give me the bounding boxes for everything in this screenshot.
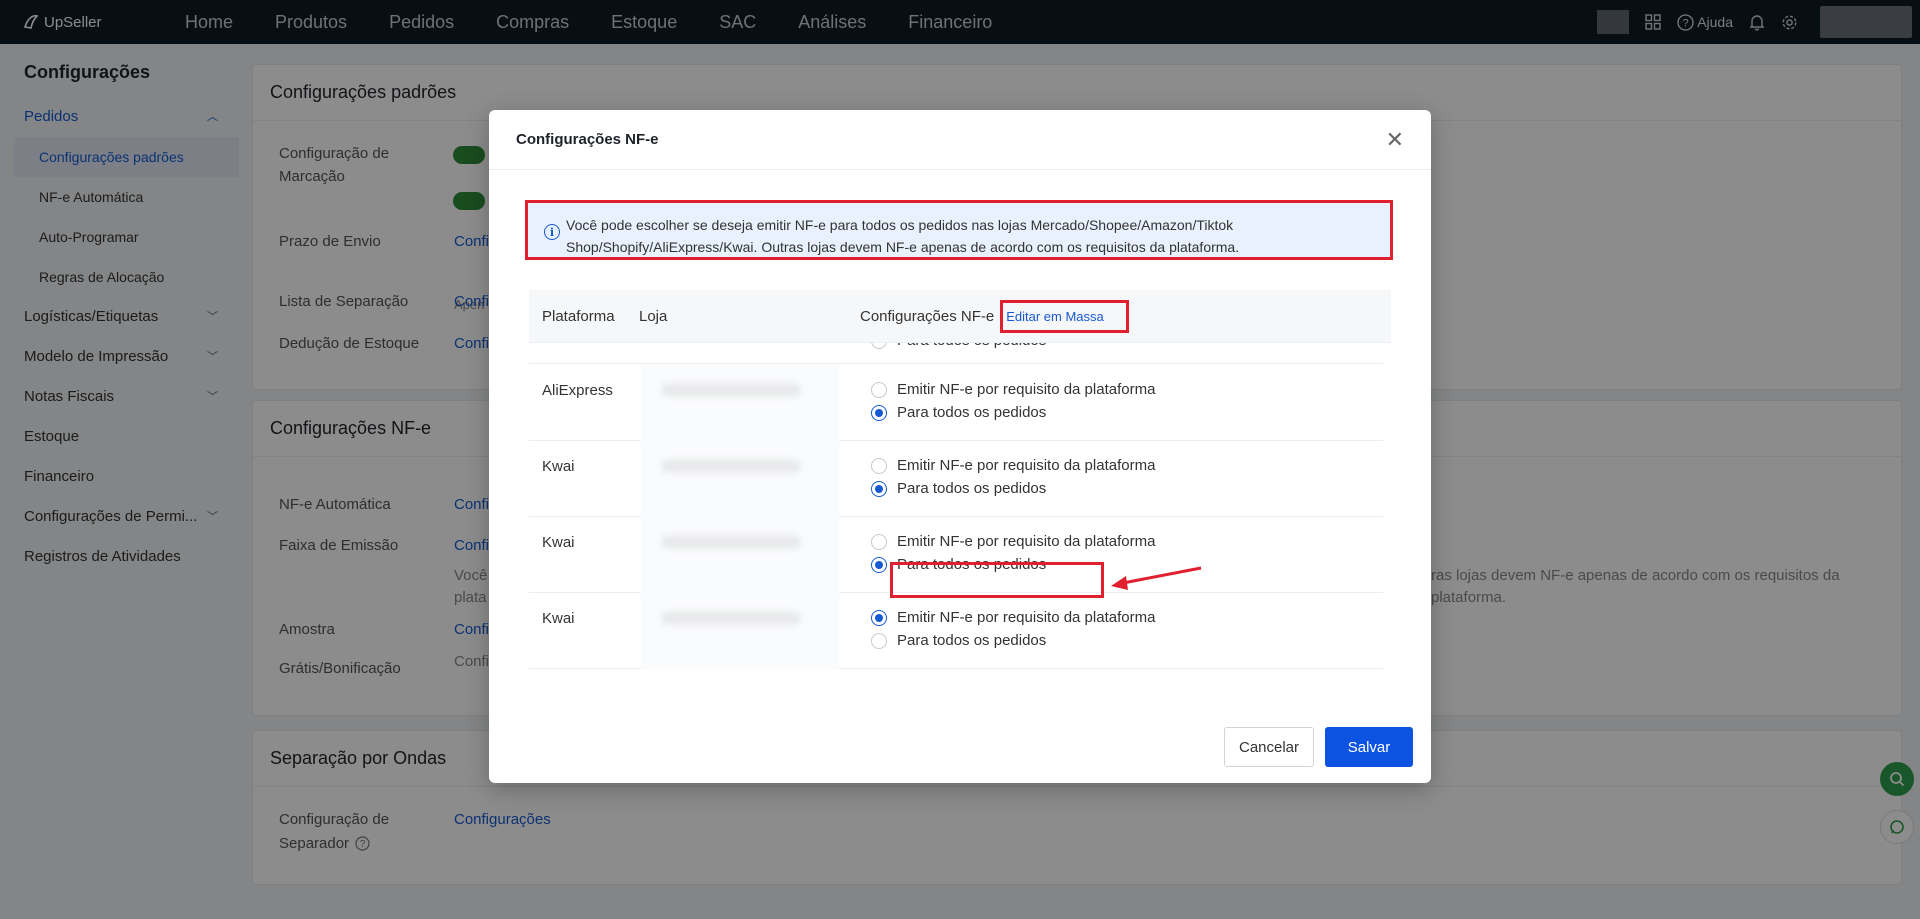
- option-platform-requirement[interactable]: Emitir NF-e por requisito da plataforma: [871, 533, 1155, 550]
- option-platform-requirement[interactable]: Emitir NF-e por requisito da plataforma: [871, 457, 1155, 474]
- option-label: Para todos os pedidos: [897, 343, 1046, 349]
- platform-cell: Kwai: [542, 610, 575, 627]
- column-header-config: Configurações NF-e Editar em Massa: [860, 299, 1129, 333]
- store-cell-redacted: [641, 517, 839, 593]
- option-label: Para todos os pedidos: [897, 632, 1047, 649]
- modal-title: Configurações NF-e: [516, 131, 659, 148]
- nfe-settings-modal: Configurações NF-e ✕ i Você pode escolhe…: [489, 110, 1431, 783]
- store-cell-redacted: [641, 441, 839, 517]
- radio-button-selected[interactable]: [871, 609, 887, 626]
- column-header-platform: Plataforma: [542, 307, 615, 325]
- table-row: AliExpress Emitir NF-e por requisito da …: [529, 365, 1383, 441]
- table-body: Para todos os pedidos AliExpress Emitir …: [529, 343, 1383, 675]
- option-all-orders[interactable]: Para todos os pedidos: [871, 343, 1046, 349]
- radio-button[interactable]: [871, 457, 887, 474]
- option-label: Emitir NF-e por requisito da plataforma: [897, 457, 1156, 474]
- platform-cell: Kwai: [542, 534, 575, 551]
- radio-button-selected[interactable]: [871, 480, 887, 497]
- radio-button[interactable]: [871, 343, 887, 349]
- option-all-orders[interactable]: Para todos os pedidos: [871, 632, 1046, 649]
- close-icon[interactable]: ✕: [1386, 128, 1404, 151]
- column-header-config-label: Configurações NF-e: [860, 307, 995, 325]
- info-text: Você pode escolher se deseja emitir NF-e…: [566, 217, 1240, 255]
- option-platform-requirement[interactable]: Emitir NF-e por requisito da plataforma: [871, 381, 1155, 398]
- option-all-orders[interactable]: Para todos os pedidos: [871, 480, 1046, 497]
- option-label: Para todos os pedidos: [897, 404, 1047, 421]
- option-label: Emitir NF-e por requisito da plataforma: [897, 533, 1156, 550]
- option-label: Para todos os pedidos: [897, 480, 1047, 497]
- save-button[interactable]: Salvar: [1325, 727, 1413, 767]
- table-row: Kwai Emitir NF-e por requisito da plataf…: [529, 593, 1383, 669]
- store-cell-redacted: [641, 365, 839, 441]
- table-row: Para todos os pedidos: [529, 343, 1383, 364]
- info-alert: i Você pode escolher se deseja emitir NF…: [525, 200, 1393, 260]
- cancel-button[interactable]: Cancelar: [1224, 727, 1314, 767]
- radio-button-selected[interactable]: [871, 404, 887, 421]
- radio-button-selected[interactable]: [871, 556, 887, 573]
- option-label: Emitir NF-e por requisito da plataforma: [897, 381, 1156, 398]
- platform-cell: AliExpress: [542, 382, 613, 399]
- nfe-store-table: Plataforma Loja Configurações NF-e Edita…: [529, 290, 1391, 675]
- option-all-orders[interactable]: Para todos os pedidos: [871, 404, 1046, 421]
- radio-button[interactable]: [871, 632, 887, 649]
- store-cell-redacted: [641, 593, 839, 669]
- table-row: Kwai Emitir NF-e por requisito da plataf…: [529, 441, 1383, 517]
- modal-header: Configurações NF-e ✕: [489, 110, 1431, 170]
- annotation-arrow-icon: [1111, 566, 1202, 590]
- mass-edit-link[interactable]: Editar em Massa: [1000, 299, 1129, 333]
- table-header: Plataforma Loja Configurações NF-e Edita…: [529, 290, 1391, 343]
- option-platform-requirement[interactable]: Emitir NF-e por requisito da plataforma: [871, 609, 1155, 626]
- option-label: Emitir NF-e por requisito da plataforma: [897, 609, 1156, 626]
- radio-button[interactable]: [871, 533, 887, 550]
- annotation-highlight-box: [890, 562, 1104, 598]
- info-icon: i: [544, 224, 560, 240]
- radio-button[interactable]: [871, 381, 887, 398]
- platform-cell: Kwai: [542, 458, 575, 475]
- column-header-store: Loja: [639, 307, 668, 325]
